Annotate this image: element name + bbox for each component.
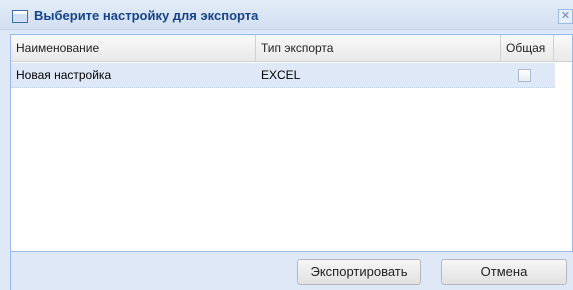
shared-checkbox[interactable] [518,69,531,82]
table-row[interactable]: Новая настройка EXCEL [11,63,555,88]
cancel-button[interactable]: Отмена [441,259,567,285]
column-header-spacer [554,35,572,62]
row-shared-cell [501,63,554,88]
row-name-cell: Новая настройка [16,68,112,82]
export-settings-dialog: Выберите настройку для экспорта ✕ Наимен… [0,0,573,290]
dialog-titlebar[interactable]: Выберите настройку для экспорта ✕ [0,0,573,30]
dialog-footer: Экспортировать Отмена [10,252,573,290]
dialog-title: Выберите настройку для экспорта [34,8,259,23]
grid-header: Наименование Тип экспорта Общая [11,35,572,62]
close-icon[interactable]: ✕ [558,9,573,24]
export-settings-grid: Наименование Тип экспорта Общая Новая на… [10,34,573,252]
export-button[interactable]: Экспортировать [297,259,421,285]
column-header-export-type[interactable]: Тип экспорта [256,35,501,62]
column-header-shared[interactable]: Общая [501,35,554,62]
row-export-type-cell: EXCEL [261,68,301,82]
column-header-name[interactable]: Наименование [11,35,256,62]
window-icon [12,10,28,23]
